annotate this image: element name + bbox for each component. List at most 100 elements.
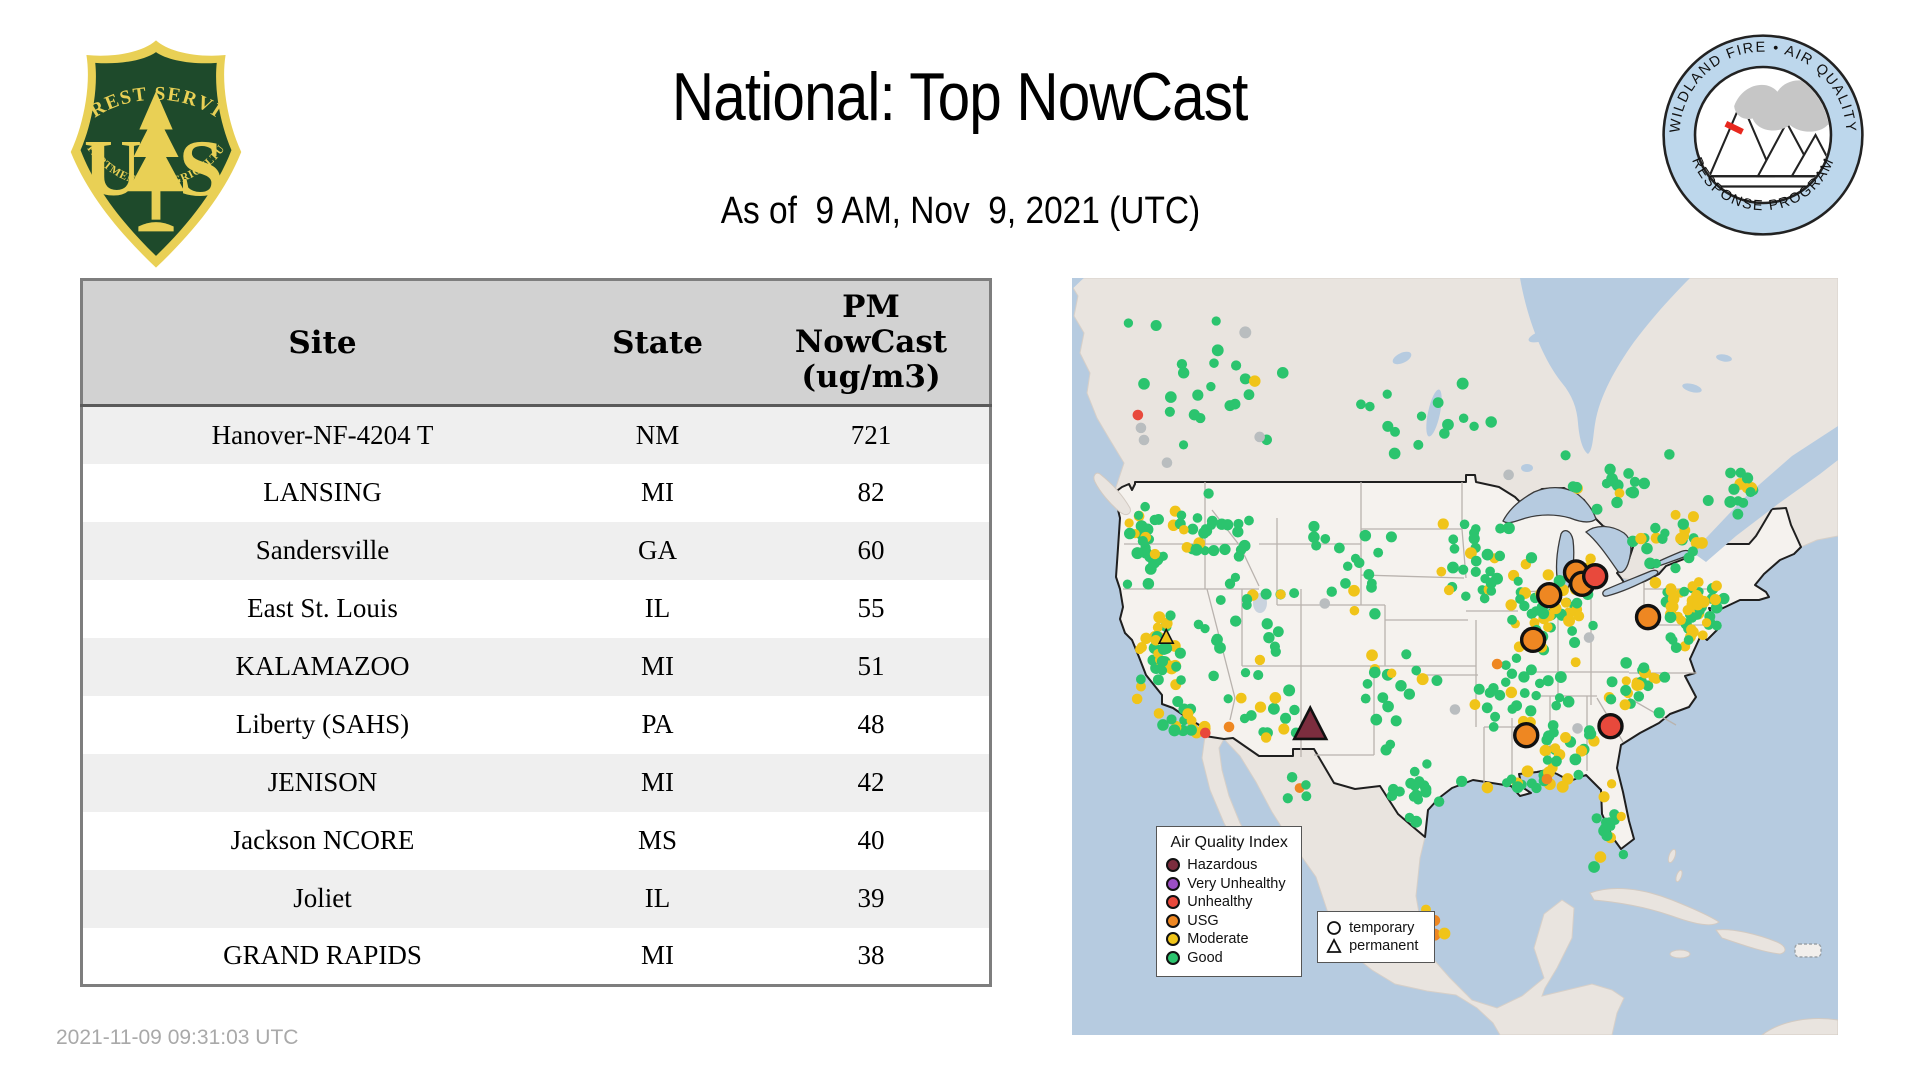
aqi-dot-good xyxy=(1473,683,1485,695)
generated-timestamp: 2021-11-09 09:31:03 UTC xyxy=(56,1026,299,1049)
aqi-dot-good xyxy=(1411,665,1422,676)
aqi-dot-moderate xyxy=(1131,693,1143,705)
state-cell: NM xyxy=(635,419,680,450)
aqi-dot-good xyxy=(1653,707,1665,719)
aqi-dot-good xyxy=(1569,753,1582,766)
aqi-dot-unhealthy xyxy=(1132,409,1144,421)
aqi-dot-good xyxy=(1625,487,1635,497)
aqi-dot-moderate xyxy=(1521,765,1534,778)
aqi-dot-good xyxy=(1416,411,1427,421)
report-slide: FOREST SERVICE DEPARTMENT OF AGRICULTURE… xyxy=(0,0,1920,1080)
aqi-dot-good xyxy=(1670,642,1682,653)
aqi-dot-good xyxy=(1551,700,1562,711)
aqi-dot-good xyxy=(1240,667,1251,678)
aqi-dot-good xyxy=(1353,557,1365,569)
aqi-legend-label: USG xyxy=(1187,912,1219,929)
aqi-dot-good xyxy=(1500,677,1511,687)
site-cell: Liberty (SAHS) xyxy=(235,709,410,739)
aqi-dot-good xyxy=(1470,555,1482,567)
aqi-dot-good xyxy=(1456,377,1469,390)
aqi-dot-good xyxy=(1683,635,1694,645)
aqi-dot-good xyxy=(1243,389,1255,401)
aqi-dot-good xyxy=(1490,711,1501,722)
aqi-dot-moderate xyxy=(1709,593,1721,606)
aqi-dot-good xyxy=(1178,440,1189,450)
aqi-dot-nodata xyxy=(1503,469,1514,481)
usg-swatch-icon xyxy=(1166,913,1181,928)
aqi-dot-good xyxy=(1261,618,1273,630)
aqi-dot-good xyxy=(1215,595,1226,605)
aqi-dot-good xyxy=(1502,522,1515,535)
aqi-dot-good xyxy=(1507,614,1518,625)
aqi-dot-good xyxy=(1280,712,1292,724)
aqi-dot-good xyxy=(1239,373,1251,385)
aqi-dot-good xyxy=(1165,391,1177,403)
puerto-rico xyxy=(1794,943,1822,958)
state-cell: GA xyxy=(638,535,677,565)
aqi-dot-moderate xyxy=(1585,553,1596,565)
aqi-dot-good xyxy=(1562,695,1575,708)
aqi-dot-moderate xyxy=(1443,585,1455,596)
site-type-legend: temporary permanent xyxy=(1317,910,1436,963)
site-cell: GRAND RAPIDS xyxy=(223,940,422,971)
top-site-marker-usg xyxy=(1536,581,1563,609)
aqi-dot-good xyxy=(1657,533,1668,544)
aqi-dot-moderate xyxy=(1697,595,1710,608)
state-cell: MI xyxy=(641,767,674,797)
aqi-legend-label: Hazardous xyxy=(1187,857,1258,874)
aqi-dot-good xyxy=(1447,561,1459,574)
aqi-dot-moderate xyxy=(1260,732,1272,743)
good-swatch-icon xyxy=(1166,950,1181,965)
state-cell: MI xyxy=(641,477,674,507)
aqi-dot-good xyxy=(1468,533,1480,545)
aqi-dot-moderate xyxy=(1697,630,1708,641)
aqi-dot-good xyxy=(1373,547,1384,558)
aqi-dot-good xyxy=(1320,534,1331,544)
aqi-dot-moderate xyxy=(1469,699,1481,710)
aqi-dot-good xyxy=(1342,561,1353,572)
aqi-dot-moderate xyxy=(1135,644,1145,655)
aqi-legend-item: Very Unhealthy xyxy=(1166,876,1292,892)
table-header-row: Site State PM NowCast (ug/m3) xyxy=(81,279,991,407)
aqi-dot-good xyxy=(1156,655,1169,668)
table-row: Hanover-NF-4204 T NM 721 xyxy=(81,405,991,464)
aqi-dot-moderate xyxy=(1278,723,1290,735)
aqi-dot-good xyxy=(1363,569,1375,580)
aqi-dot-good xyxy=(1369,608,1381,620)
aqi-legend-label: Moderate xyxy=(1187,931,1249,948)
site-cell: Hanover-NF-4204 T xyxy=(211,419,434,450)
aqi-dot-good xyxy=(1679,586,1690,597)
aqi-dot-good xyxy=(1368,666,1381,679)
aqi-dot-good xyxy=(1537,607,1550,620)
aqi-dot-good xyxy=(1260,588,1272,600)
aqi-dot-good xyxy=(1432,397,1444,409)
permanent-triangle-icon xyxy=(1326,937,1342,953)
aqi-dot-good xyxy=(1606,472,1618,485)
aqi-dot-good xyxy=(1123,318,1134,328)
aqi-dot-moderate xyxy=(1560,731,1572,743)
aqi-dot-moderate xyxy=(1614,488,1625,499)
aqi-dot-moderate xyxy=(1235,692,1247,704)
top-nowcast-table: Site State PM NowCast (ug/m3) Hanover-NF… xyxy=(80,278,992,987)
aqi-dot-good xyxy=(1458,564,1469,575)
aqi-legend-title: Air Quality Index xyxy=(1170,834,1288,852)
aqi-dot-moderate xyxy=(1254,701,1267,713)
aqi-dot-moderate xyxy=(1675,532,1688,545)
aqi-dot-good xyxy=(1670,562,1681,574)
aqi-dot-good xyxy=(1665,632,1676,643)
aqi-map: Air Quality Index Hazardous Very Unhealth… xyxy=(1072,278,1838,1035)
aqi-dot-good xyxy=(1192,513,1203,523)
aqi-dot-good xyxy=(1488,722,1499,732)
state-cell: IL xyxy=(644,593,671,623)
aqi-dot-good xyxy=(1382,389,1392,399)
aqi-dot-good xyxy=(1732,508,1744,520)
aqi-dot-good xyxy=(1641,542,1653,555)
aqi-dot-good xyxy=(1431,675,1443,687)
table-row: JENISON MI 42 xyxy=(81,753,991,812)
site-cell: LANSING xyxy=(263,477,382,507)
aqi-dot-good xyxy=(1588,861,1600,873)
aqi-dot-good xyxy=(1176,510,1187,521)
aqi-dot-good xyxy=(1131,547,1144,560)
table-row: KALAMAZOO MI 51 xyxy=(81,637,991,696)
aqi-dot-moderate xyxy=(1701,618,1712,628)
